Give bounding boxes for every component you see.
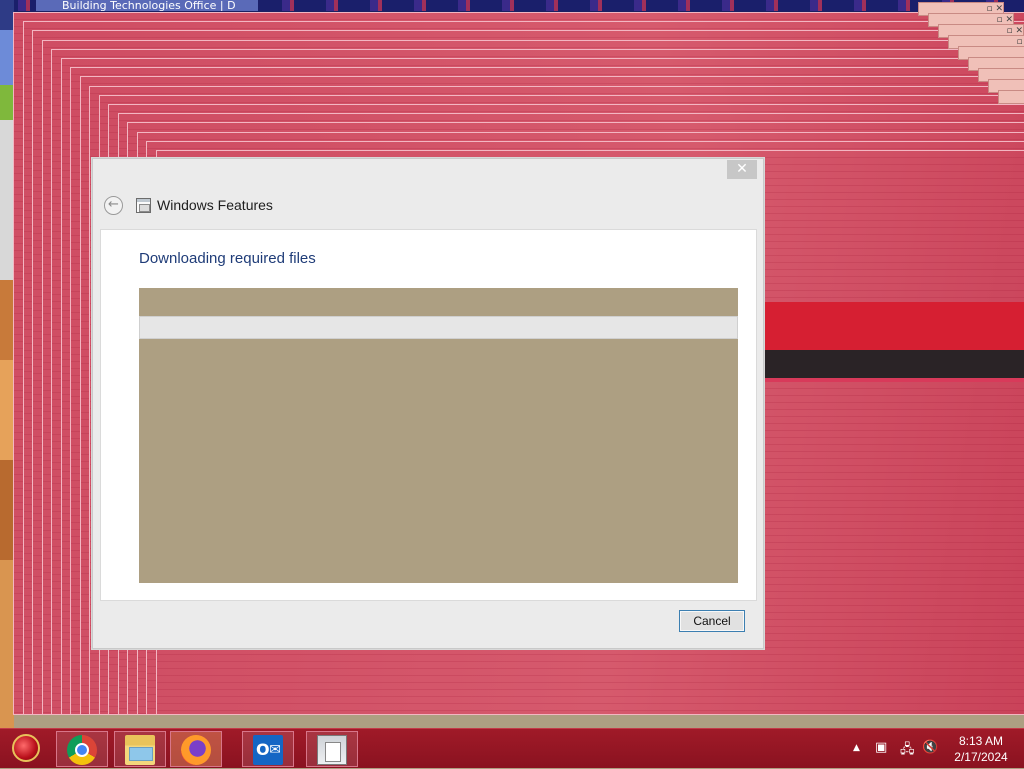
system-tray: ▲ ▣ 🖧 🔇: [850, 729, 940, 769]
background-dark-band: [760, 350, 1024, 378]
windows-features-dialog: ✕ ← Windows Features Downloading require…: [92, 158, 764, 649]
taskbar-outlook[interactable]: O: [242, 731, 294, 767]
progress-area: [139, 288, 738, 583]
action-center-icon[interactable]: ▣: [875, 740, 887, 755]
clock-date[interactable]: 2/17/2024: [948, 750, 1014, 764]
window-title: Windows Features: [157, 197, 273, 213]
start-button[interactable]: [12, 734, 40, 762]
outlook-icon: O: [253, 735, 283, 765]
background-pink-line: [760, 378, 1024, 382]
back-button[interactable]: ←: [104, 196, 123, 215]
background-browser-tab[interactable]: Building Technologies Office | D: [36, 0, 258, 11]
firefox-icon: [181, 735, 211, 765]
mini-window-frame: ▫ ✕: [998, 90, 1024, 104]
chrome-icon: [67, 735, 97, 765]
background-red-band: [760, 302, 1024, 350]
tray-overflow-chevron-up-icon[interactable]: ▲: [853, 743, 860, 753]
file-explorer-icon: [125, 735, 155, 765]
network-icon[interactable]: 🖧: [900, 740, 915, 762]
windows-features-icon: [136, 198, 151, 213]
cancel-button[interactable]: Cancel: [679, 610, 745, 632]
taskbar-chrome[interactable]: [56, 731, 108, 767]
taskbar-file-explorer[interactable]: [114, 731, 166, 767]
close-button[interactable]: ✕: [727, 160, 757, 179]
background-window-edge: [0, 0, 14, 728]
dialog-content: Downloading required files: [100, 229, 757, 601]
windows-features-icon: [317, 735, 347, 765]
taskbar-firefox[interactable]: [170, 731, 222, 767]
status-heading: Downloading required files: [139, 250, 316, 267]
progress-bar: [139, 316, 738, 339]
clock-time[interactable]: 8:13 AM: [954, 734, 1008, 748]
taskbar-windows-features[interactable]: [306, 731, 358, 767]
taskbar: O ▲ ▣ 🖧 🔇 8:13 AM 2/17/2024: [0, 728, 1024, 768]
volume-muted-icon[interactable]: 🔇: [922, 740, 938, 755]
